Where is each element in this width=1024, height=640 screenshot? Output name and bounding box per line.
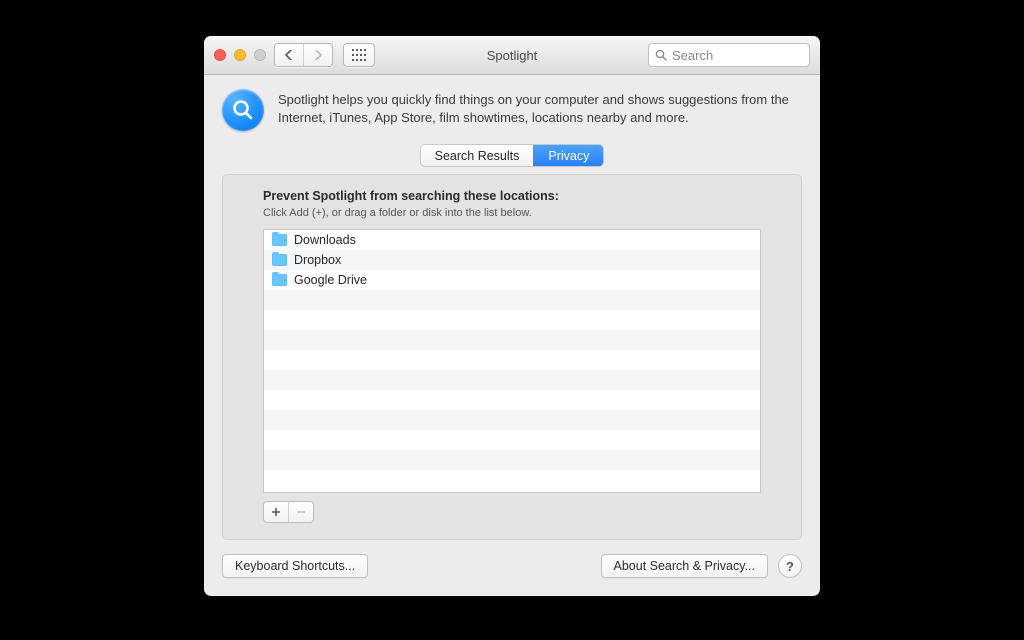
tab-search-results[interactable]: Search Results <box>421 145 534 166</box>
list-item[interactable]: Dropbox <box>264 250 760 270</box>
search-placeholder: Search <box>672 48 713 63</box>
show-all-button[interactable] <box>343 43 375 67</box>
search-icon <box>655 49 667 61</box>
add-remove-controls <box>263 501 314 523</box>
pane-description: Spotlight helps you quickly find things … <box>278 89 798 126</box>
keyboard-shortcuts-button[interactable]: Keyboard Shortcuts... <box>222 554 368 578</box>
list-item-empty <box>264 470 760 490</box>
list-item-empty <box>264 450 760 470</box>
excluded-locations-list[interactable]: Downloads Dropbox Google Drive <box>263 229 761 493</box>
list-item-empty <box>264 390 760 410</box>
list-item-empty <box>264 430 760 450</box>
forward-button <box>303 44 332 66</box>
location-name: Downloads <box>294 233 356 247</box>
search-input[interactable]: Search <box>648 43 810 67</box>
tab-privacy[interactable]: Privacy <box>533 145 603 166</box>
nav-back-forward <box>274 43 333 67</box>
add-location-button[interactable] <box>264 502 288 522</box>
list-item-empty <box>264 410 760 430</box>
pane-header: Spotlight helps you quickly find things … <box>204 75 820 145</box>
titlebar: Spotlight Search <box>204 36 820 75</box>
list-item-empty <box>264 350 760 370</box>
minimize-window-button[interactable] <box>234 49 246 61</box>
zoom-window-button <box>254 49 266 61</box>
plus-icon <box>271 507 281 517</box>
about-search-privacy-button[interactable]: About Search & Privacy... <box>601 554 769 578</box>
folder-icon <box>272 274 287 286</box>
help-button[interactable]: ? <box>778 554 802 578</box>
grid-icon <box>344 44 374 66</box>
list-item-empty <box>264 310 760 330</box>
list-item-empty <box>264 330 760 350</box>
minus-icon <box>296 507 306 517</box>
list-item[interactable]: Google Drive <box>264 270 760 290</box>
privacy-hint: Click Add (+), or drag a folder or disk … <box>263 207 761 219</box>
window-controls <box>214 49 266 61</box>
privacy-panel: Prevent Spotlight from searching these l… <box>222 174 802 540</box>
back-button[interactable] <box>275 44 303 66</box>
folder-icon <box>272 254 287 266</box>
folder-icon <box>272 234 287 246</box>
list-item-empty <box>264 370 760 390</box>
location-name: Dropbox <box>294 253 341 267</box>
remove-location-button[interactable] <box>288 502 313 522</box>
close-window-button[interactable] <box>214 49 226 61</box>
tab-switcher: Search Results Privacy <box>421 145 604 166</box>
list-item[interactable]: Downloads <box>264 230 760 250</box>
location-name: Google Drive <box>294 273 367 287</box>
list-item-empty <box>264 290 760 310</box>
preferences-window: Spotlight Search Spotlight helps you qui… <box>204 36 820 596</box>
spotlight-icon <box>222 89 264 131</box>
privacy-heading: Prevent Spotlight from searching these l… <box>263 189 761 203</box>
footer: Keyboard Shortcuts... About Search & Pri… <box>204 554 820 596</box>
